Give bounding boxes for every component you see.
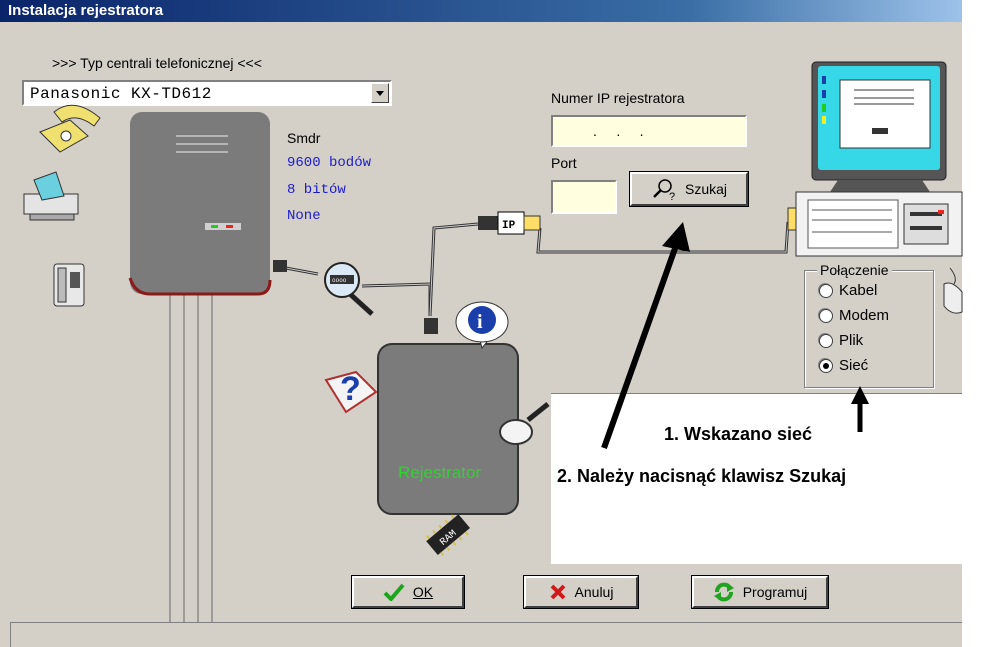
ok-button[interactable]: OK [351,575,465,609]
svg-text:?: ? [340,370,361,408]
refresh-icon [713,582,734,602]
ram-chip-icon[interactable]: RAM [424,511,473,558]
help-book-icon[interactable]: ? [324,370,378,414]
ip-plug-label: IP [502,220,516,232]
cable-plug [273,260,287,272]
check-icon [383,583,405,601]
arrow-to-network [851,386,869,432]
installer-window: Instalacja rejestratora >>> Typ centrali… [0,0,986,647]
magnifier-icon[interactable]: oooo [324,262,374,316]
mouse-icon[interactable] [943,267,963,314]
fax-icon[interactable] [23,171,79,221]
intercom-icon[interactable] [53,263,85,307]
cancel-button[interactable]: Anuluj [523,575,639,609]
pbx-lines [169,292,213,622]
phone-icon[interactable] [39,104,101,153]
cable-plug [424,318,438,334]
status-bar [10,622,962,647]
pbx-box[interactable] [128,112,272,296]
ip-plug: IP [478,211,541,235]
x-icon [550,584,565,600]
recorder-device[interactable]: Rejestrator [377,343,519,515]
device-label: Rejestrator [398,463,481,482]
info-icon[interactable]: i [455,301,509,350]
svg-text:oooo: oooo [332,277,347,284]
program-button[interactable]: Programuj [691,575,829,609]
program-button-label: Programuj [742,584,808,600]
svg-text:i: i [477,311,483,333]
ok-button-label: OK [412,584,434,600]
cancel-button-label: Anuluj [574,584,614,600]
diagram-graphics: IP oooo Rejestrator i ? RAM [23,61,963,622]
computer-icon[interactable] [795,61,963,257]
arrow-to-search [601,222,690,450]
